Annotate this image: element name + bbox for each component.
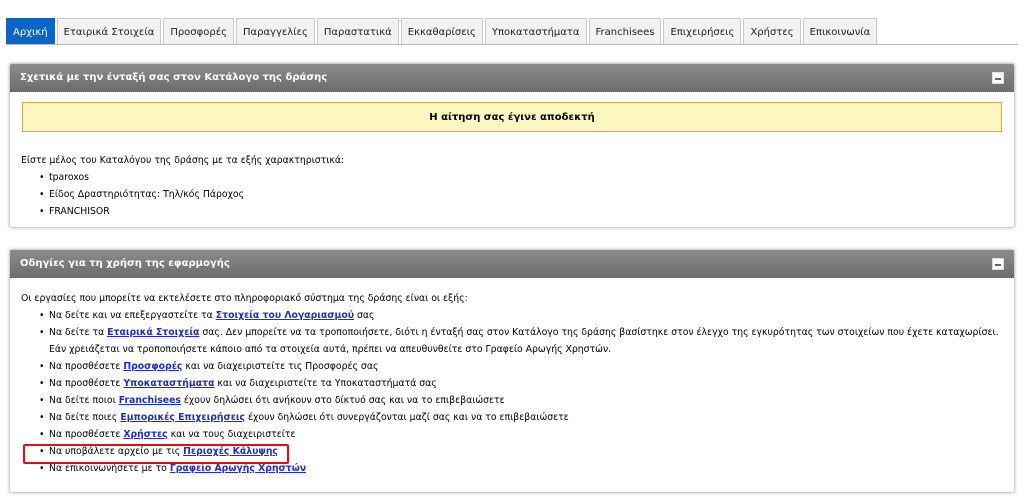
tab-businesses[interactable]: Επιχειρήσεις: [663, 18, 742, 45]
tab-branches[interactable]: Υποκαταστήματα: [484, 18, 587, 45]
membership-details: Είστε μέλος του Καταλόγου της δράσης με …: [10, 152, 1014, 220]
item-text: Να υποβάλετε αρχείο με τις: [49, 446, 184, 457]
franchisees-link[interactable]: Franchisees: [119, 395, 181, 406]
item-text: Να προσθέσετε: [49, 361, 124, 372]
company-info-link[interactable]: Εταιρικά Στοιχεία: [107, 327, 199, 338]
approval-notice-text: Η αίτηση σας έγινε αποδεκτή: [429, 111, 595, 123]
account-details-link[interactable]: Στοιχεία του Λογαριασμού: [216, 310, 354, 321]
item-text: Να προσθέσετε: [49, 378, 124, 389]
list-item: Είδος Δραστηριότητας: Τηλ/κός Πάροχος: [39, 186, 1003, 203]
item-text: Να δείτε ποιες: [49, 412, 121, 423]
tab-offers[interactable]: Προσφορές: [163, 18, 234, 45]
tab-divider: [6, 44, 1018, 45]
item-text: και να τους διαχειριστείτε: [167, 429, 296, 440]
list-item: Να δείτε ποιες Εμπορικές Επιχειρήσεις έχ…: [39, 409, 1003, 426]
item-text: έχουν δηλώσει ότι συνεργάζονται μαζί σας…: [245, 412, 569, 423]
panel-header: Σχετικά με την ένταξή σας στον Κατάλογο …: [10, 64, 1014, 92]
tab-franchisees[interactable]: Franchisees: [588, 18, 662, 45]
list-item: tparoxos: [39, 169, 1003, 186]
list-item: Να δείτε τα Εταιρικά Στοιχεία σας. Δεν μ…: [39, 324, 1003, 358]
collapse-icon[interactable]: [992, 71, 1004, 84]
list-item: Να δείτε και να επεξεργαστείτε τα Στοιχε…: [39, 307, 1003, 324]
item-text: Να δείτε τα: [49, 327, 108, 338]
list-item: FRANCHISOR: [39, 203, 1003, 220]
tab-users[interactable]: Χρήστες: [743, 18, 801, 45]
item-text: σας: [354, 310, 375, 321]
item-text: Να δείτε ποιοι: [49, 395, 119, 406]
coverage-areas-link[interactable]: Περιοχές Κάλυψης: [183, 446, 278, 457]
branches-link[interactable]: Υποκαταστήματα: [123, 378, 214, 389]
membership-list: tparoxos Είδος Δραστηριότητας: Τηλ/κός Π…: [21, 169, 1003, 220]
membership-intro: Είστε μέλος του Καταλόγου της δράσης με …: [21, 155, 345, 166]
tab-settlements[interactable]: Εκκαθαρίσεις: [400, 18, 483, 45]
item-text: και να διαχειριστείτε τα Υποκαταστήματά …: [214, 378, 437, 389]
list-item: Να προσθέσετε Προσφορές και να διαχειρισ…: [39, 358, 1003, 375]
instructions-list: Να δείτε και να επεξεργαστείτε τα Στοιχε…: [21, 307, 1003, 477]
main-tabs: Αρχική Εταιρικά Στοιχεία Προσφορές Παραγ…: [6, 18, 879, 45]
item-text: έχουν δηλώσει ότι ανήκουν στο δίκτυό σας…: [180, 395, 505, 406]
instructions-body: Οι εργασίες που μπορείτε να εκτελέσετε σ…: [10, 290, 1014, 477]
instructions-intro: Οι εργασίες που μπορείτε να εκτελέσετε σ…: [21, 293, 468, 304]
users-link[interactable]: Χρήστες: [123, 429, 167, 440]
collapse-icon[interactable]: [992, 257, 1004, 270]
item-text: Να επικοινωνήσετε με το: [49, 463, 170, 474]
list-item: Να προσθέσετε Χρήστες και να τους διαχει…: [39, 426, 1003, 443]
tab-documents[interactable]: Παραστατικά: [316, 18, 399, 45]
offers-link[interactable]: Προσφορές: [123, 361, 182, 372]
item-text: και να διαχειριστείτε τις Προσφορές σας: [182, 361, 379, 372]
tab-home[interactable]: Αρχική: [6, 18, 55, 45]
membership-panel: Σχετικά με την ένταξή σας στον Κατάλογο …: [9, 63, 1015, 228]
tab-company-info[interactable]: Εταιρικά Στοιχεία: [56, 18, 162, 45]
panel-header: Οδηγίες για τη χρήση της εφαρμογής: [10, 250, 1014, 278]
panel-title: Σχετικά με την ένταξή σας στον Κατάλογο …: [20, 72, 328, 83]
tab-contact[interactable]: Επικοινωνία: [802, 18, 878, 45]
list-item: Να δείτε ποιοι Franchisees έχουν δηλώσει…: [39, 392, 1003, 409]
panel-title: Οδηγίες για τη χρήση της εφαρμογής: [20, 258, 230, 269]
item-text: Να δείτε και να επεξεργαστείτε τα: [49, 310, 216, 321]
list-item: Να επικοινωνήσετε με το Γραφείο Αρωγής Χ…: [39, 460, 1003, 477]
approval-notice: Η αίτηση σας έγινε αποδεκτή: [22, 102, 1002, 132]
list-item: Να υποβάλετε αρχείο με τις Περιοχές Κάλυ…: [39, 443, 1003, 460]
tab-orders[interactable]: Παραγγελίες: [235, 18, 315, 45]
commercial-businesses-link[interactable]: Εμπορικές Επιχειρήσεις: [120, 412, 245, 423]
helpdesk-link[interactable]: Γραφείο Αρωγής Χρηστών: [170, 463, 306, 474]
instructions-panel: Οδηγίες για τη χρήση της εφαρμογής Οι ερ…: [9, 249, 1015, 493]
item-text: Να προσθέσετε: [49, 429, 124, 440]
list-item: Να προσθέσετε Υποκαταστήματα και να διαχ…: [39, 375, 1003, 392]
